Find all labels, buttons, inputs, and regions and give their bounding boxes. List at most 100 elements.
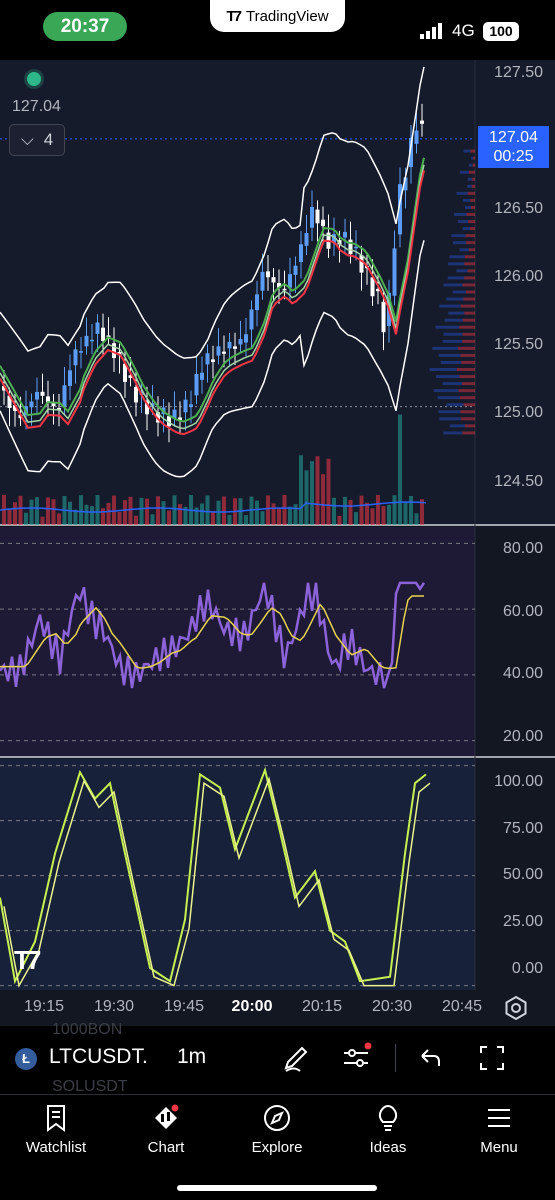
volume-profile-bar — [444, 318, 463, 322]
volume-profile-bar — [464, 311, 475, 315]
volume-profile-bar — [432, 346, 458, 350]
volume-bar — [403, 501, 408, 525]
volume-bar — [200, 503, 204, 525]
indicator-count: 4 — [43, 130, 54, 149]
chart-settings-icon[interactable] — [503, 995, 529, 1021]
tab-chart[interactable]: Chart — [116, 1103, 216, 1156]
drawing-tools-icon[interactable] — [280, 1042, 312, 1074]
tab-explore[interactable]: Explore — [227, 1103, 327, 1156]
time-tick: 19:15 — [23, 998, 65, 1015]
volume-bar — [370, 508, 375, 525]
volume-profile-bar — [442, 382, 463, 386]
undo-icon[interactable] — [414, 1042, 446, 1074]
volume-profile-bar — [470, 227, 475, 231]
volume-bar — [260, 511, 265, 525]
volume-profile-bar — [471, 184, 475, 188]
volume-profile-bar — [471, 156, 474, 160]
volume-bar — [321, 474, 325, 525]
tab-watchlist[interactable]: Watchlist — [6, 1103, 106, 1156]
volume-bar — [398, 414, 402, 525]
indicator-toggle-button[interactable]: ⌵ 4 — [9, 124, 65, 156]
volume-profile-bar — [466, 213, 475, 216]
candle-body — [216, 346, 221, 356]
price-axis-label: 126.00 — [494, 268, 543, 285]
volume-bar — [282, 495, 287, 525]
tradingview-watermark-icon: T7 — [14, 945, 41, 975]
volume-profile-bar — [472, 177, 475, 181]
candle-body — [73, 349, 78, 366]
volume-profile-bar — [470, 149, 475, 153]
symbol-selector[interactable]: LTCUSDT. — [49, 1045, 148, 1069]
volume-profile-bar — [467, 184, 472, 188]
candle-body — [227, 341, 232, 349]
volume-profile-bar — [438, 353, 461, 357]
volume-bar — [172, 495, 177, 525]
interval-selector[interactable]: 1m — [177, 1045, 206, 1069]
volume-profile-bar — [447, 276, 465, 280]
tab-menu[interactable]: Menu — [449, 1103, 549, 1156]
volume-profile-bar — [460, 353, 475, 357]
battery-icon: 100 — [483, 22, 519, 41]
volume-bar — [299, 455, 303, 525]
litecoin-icon: Ł — [15, 1048, 37, 1070]
volume-profile-bar — [456, 368, 475, 371]
price-axis-label: 125.50 — [494, 336, 543, 353]
menu-icon — [488, 1109, 510, 1127]
candle-body — [266, 271, 270, 278]
volume-profile-bar — [462, 227, 471, 231]
rsi-axis-label: 80.00 — [502, 540, 543, 557]
rsi-axis-label: 40.00 — [502, 665, 543, 682]
clock-pill[interactable]: 20:37 — [43, 12, 127, 41]
volume-profile-bar — [449, 424, 465, 428]
volume-profile-bar — [464, 424, 475, 428]
tab-label: Explore — [251, 1139, 303, 1156]
volume-profile-bar — [459, 248, 469, 252]
candle-body — [260, 271, 265, 291]
volume-profile-bar — [463, 149, 471, 153]
volume-bar — [161, 501, 166, 525]
candle-body — [249, 309, 254, 330]
volume-bar — [145, 498, 149, 525]
volume-profile-bar — [446, 403, 464, 407]
volume-profile-bar — [468, 170, 475, 174]
volume-profile-bar — [473, 156, 475, 160]
volume-bar — [29, 499, 34, 525]
volume-profile-bar — [457, 220, 469, 224]
tab-ideas[interactable]: Ideas — [338, 1103, 438, 1156]
market-status-icon[interactable] — [27, 72, 41, 86]
volume-bar — [304, 470, 309, 525]
volume-profile-bar — [467, 191, 475, 195]
volume-profile-bar — [435, 375, 460, 379]
volume-bar — [13, 502, 17, 525]
volume-profile-bar — [465, 234, 475, 238]
volume-profile-bar — [464, 205, 471, 209]
volume-bar — [288, 506, 292, 525]
stoch-axis-label: 25.00 — [502, 913, 543, 930]
volume-bar — [227, 514, 232, 525]
app-name: TradingView — [245, 7, 329, 25]
chart-icon — [155, 1104, 179, 1129]
price-axis-label: 127.50 — [494, 64, 543, 81]
volume-profile-bar — [472, 163, 475, 167]
volume-profile-bar — [453, 213, 467, 216]
indicators-icon[interactable] — [340, 1042, 372, 1074]
candle-body — [194, 373, 199, 396]
volume-profile-bar — [438, 410, 461, 414]
volume-bar — [40, 516, 45, 525]
volume-profile-bar — [440, 360, 462, 364]
chart-canvas[interactable] — [0, 60, 555, 990]
candle-body — [299, 244, 303, 262]
volume-bar — [244, 515, 248, 525]
volume-bar — [35, 497, 39, 525]
home-indicator — [177, 1185, 377, 1191]
watchlist-icon — [47, 1105, 65, 1132]
candle-body — [293, 265, 298, 275]
network-type: 4G — [452, 21, 475, 40]
stoch-axis-label: 50.00 — [502, 866, 543, 883]
legend-last-value: 127.04 — [12, 98, 61, 115]
candle-body — [315, 209, 320, 224]
chart-area[interactable]: 127.04 ⌵ 4 127.50 127.04 00:25 126.50 12… — [0, 60, 555, 990]
fullscreen-icon[interactable] — [476, 1042, 508, 1074]
rsi-axis-label: 60.00 — [502, 603, 543, 620]
volume-bar — [134, 515, 138, 525]
